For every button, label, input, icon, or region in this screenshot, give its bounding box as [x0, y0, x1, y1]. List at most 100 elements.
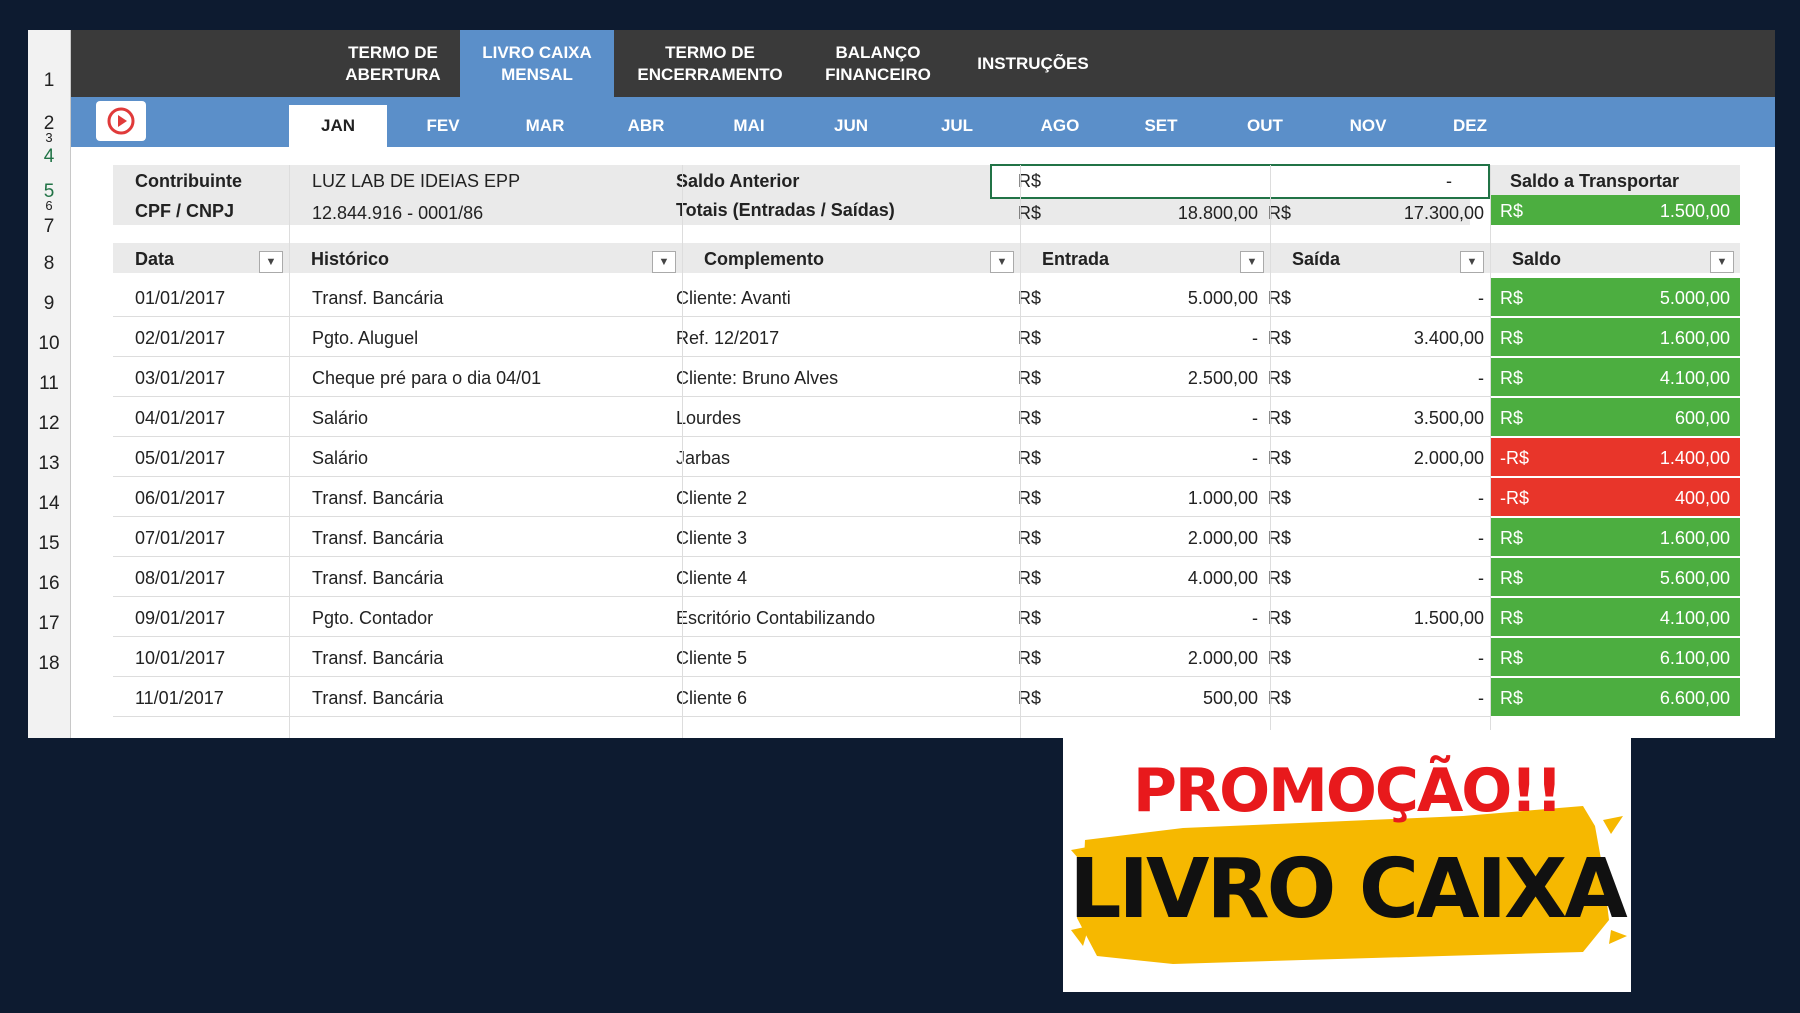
table-cell-complemento[interactable]: Cliente: Avanti [676, 288, 791, 309]
play-button[interactable] [96, 101, 146, 141]
table-cell-entrada[interactable]: 2.000,00 [1138, 528, 1258, 549]
tab-4[interactable]: BALANÇO FINANCEIRO [813, 30, 943, 97]
cpf-value[interactable]: 12.844.916 - 0001/86 [312, 203, 483, 224]
table-cell-saida-currency[interactable]: R$ [1268, 448, 1291, 469]
table-cell-data[interactable]: 09/01/2017 [135, 608, 225, 629]
row-number[interactable]: 9 [28, 293, 70, 315]
table-cell-saldo-currency[interactable]: R$ [1500, 688, 1523, 709]
row-number[interactable]: 11 [28, 373, 70, 395]
row-number[interactable]: 17 [28, 613, 70, 635]
table-cell-historico[interactable]: Transf. Bancária [312, 288, 443, 309]
table-cell-saldo-currency[interactable]: R$ [1500, 528, 1523, 549]
table-cell-saldo[interactable]: 1.600,00 [1588, 528, 1730, 549]
table-cell-saida-currency[interactable]: R$ [1268, 688, 1291, 709]
table-cell-saldo[interactable]: 5.000,00 [1588, 288, 1730, 309]
table-cell-entrada-currency[interactable]: R$ [1018, 528, 1041, 549]
tab-3[interactable]: TERMO DE ENCERRAMENTO [620, 30, 800, 97]
table-cell-saldo-currency[interactable]: R$ [1500, 568, 1523, 589]
table-cell-complemento[interactable]: Ref. 12/2017 [676, 328, 779, 349]
table-cell-data[interactable]: 10/01/2017 [135, 648, 225, 669]
row-number[interactable]: 15 [28, 533, 70, 555]
row-number[interactable]: 18 [28, 653, 70, 675]
table-cell-historico[interactable]: Transf. Bancária [312, 568, 443, 589]
row-number[interactable]: 12 [28, 413, 70, 435]
table-cell-saida-currency[interactable]: R$ [1268, 568, 1291, 589]
month-tab-jun[interactable]: JUN [811, 105, 891, 147]
row-number[interactable]: 10 [28, 333, 70, 355]
table-cell-saida[interactable]: 3.400,00 [1358, 328, 1484, 349]
table-cell-saida-currency[interactable]: R$ [1268, 528, 1291, 549]
dropdown-icon[interactable]: ▼ [1710, 251, 1734, 273]
table-cell-data[interactable]: 06/01/2017 [135, 488, 225, 509]
table-cell-entrada[interactable]: 500,00 [1138, 688, 1258, 709]
table-cell-entrada-currency[interactable]: R$ [1018, 608, 1041, 629]
table-cell-saldo-currency[interactable]: R$ [1500, 368, 1523, 389]
month-tab-jul[interactable]: JUL [917, 105, 997, 147]
table-cell-saida[interactable]: - [1358, 288, 1498, 309]
table-cell-data[interactable]: 08/01/2017 [135, 568, 225, 589]
table-cell-saida[interactable]: - [1358, 688, 1498, 709]
table-cell-complemento[interactable]: Escritório Contabilizando [676, 608, 875, 629]
dropdown-icon[interactable]: ▼ [652, 251, 676, 273]
table-cell-entrada-currency[interactable]: R$ [1018, 368, 1041, 389]
table-cell-saldo[interactable]: 400,00 [1588, 488, 1730, 509]
table-cell-data[interactable]: 05/01/2017 [135, 448, 225, 469]
table-cell-saida-currency[interactable]: R$ [1268, 488, 1291, 509]
table-cell-saldo-currency[interactable]: R$ [1500, 328, 1523, 349]
table-cell-data[interactable]: 04/01/2017 [135, 408, 225, 429]
table-cell-saldo-currency[interactable]: R$ [1500, 408, 1523, 429]
tab-5[interactable]: INSTRUÇÕES [970, 30, 1096, 97]
table-cell-saldo-currency[interactable]: R$ [1500, 608, 1523, 629]
table-cell-data[interactable]: 02/01/2017 [135, 328, 225, 349]
table-cell-saldo-currency[interactable]: -R$ [1500, 488, 1529, 509]
table-cell-complemento[interactable]: Cliente 3 [676, 528, 747, 549]
dropdown-icon[interactable]: ▼ [259, 251, 283, 273]
table-cell-historico[interactable]: Transf. Bancária [312, 648, 443, 669]
table-cell-saldo[interactable]: 6.600,00 [1588, 688, 1730, 709]
table-cell-entrada[interactable]: 1.000,00 [1138, 488, 1258, 509]
table-cell-saida[interactable]: - [1358, 528, 1498, 549]
saldo-anterior-input[interactable] [990, 164, 1490, 199]
month-tab-mar[interactable]: MAR [505, 105, 585, 147]
table-cell-data[interactable]: 01/01/2017 [135, 288, 225, 309]
table-cell-entrada-currency[interactable]: R$ [1018, 408, 1041, 429]
month-tab-set[interactable]: SET [1121, 105, 1201, 147]
table-cell-entrada[interactable]: 5.000,00 [1138, 288, 1258, 309]
table-cell-saldo-currency[interactable]: R$ [1500, 288, 1523, 309]
dropdown-icon[interactable]: ▼ [990, 251, 1014, 273]
table-cell-saldo[interactable]: 6.100,00 [1588, 648, 1730, 669]
tab-1[interactable]: TERMO DE ABERTURA [330, 30, 456, 97]
table-cell-saida-currency[interactable]: R$ [1268, 288, 1291, 309]
table-cell-historico[interactable]: Pgto. Aluguel [312, 328, 418, 349]
row-number[interactable]: 3 [28, 130, 70, 145]
table-cell-historico[interactable]: Salário [312, 408, 368, 429]
table-cell-entrada-currency[interactable]: R$ [1018, 648, 1041, 669]
table-cell-entrada-currency[interactable]: R$ [1018, 448, 1041, 469]
table-cell-saida-currency[interactable]: R$ [1268, 648, 1291, 669]
table-cell-entrada[interactable]: - [1138, 608, 1272, 629]
table-cell-complemento[interactable]: Cliente 2 [676, 488, 747, 509]
table-cell-entrada-currency[interactable]: R$ [1018, 488, 1041, 509]
table-cell-saldo[interactable]: 1.600,00 [1588, 328, 1730, 349]
table-cell-saida[interactable]: 2.000,00 [1358, 448, 1484, 469]
table-cell-saldo-currency[interactable]: R$ [1500, 648, 1523, 669]
row-number[interactable]: 13 [28, 453, 70, 475]
table-cell-historico[interactable]: Transf. Bancária [312, 528, 443, 549]
table-cell-complemento[interactable]: Cliente 4 [676, 568, 747, 589]
month-tab-mai[interactable]: MAI [709, 105, 789, 147]
table-cell-entrada[interactable]: 2.500,00 [1138, 368, 1258, 389]
row-number[interactable]: 4 [28, 146, 70, 168]
row-number[interactable]: 7 [28, 216, 70, 238]
table-cell-entrada[interactable]: 2.000,00 [1138, 648, 1258, 669]
table-cell-historico[interactable]: Cheque pré para o dia 04/01 [312, 368, 541, 389]
month-tab-jan[interactable]: JAN [289, 105, 387, 147]
month-tab-dez[interactable]: DEZ [1430, 105, 1510, 147]
table-cell-saida[interactable]: 1.500,00 [1358, 608, 1484, 629]
table-cell-saida-currency[interactable]: R$ [1268, 608, 1291, 629]
table-cell-saldo[interactable]: 4.100,00 [1588, 608, 1730, 629]
tab-2[interactable]: LIVRO CAIXA MENSAL [460, 30, 614, 97]
table-cell-saida[interactable]: - [1358, 648, 1498, 669]
table-cell-saida-currency[interactable]: R$ [1268, 408, 1291, 429]
table-cell-historico[interactable]: Transf. Bancária [312, 488, 443, 509]
contribuinte-value[interactable]: LUZ LAB DE IDEIAS EPP [312, 171, 520, 192]
